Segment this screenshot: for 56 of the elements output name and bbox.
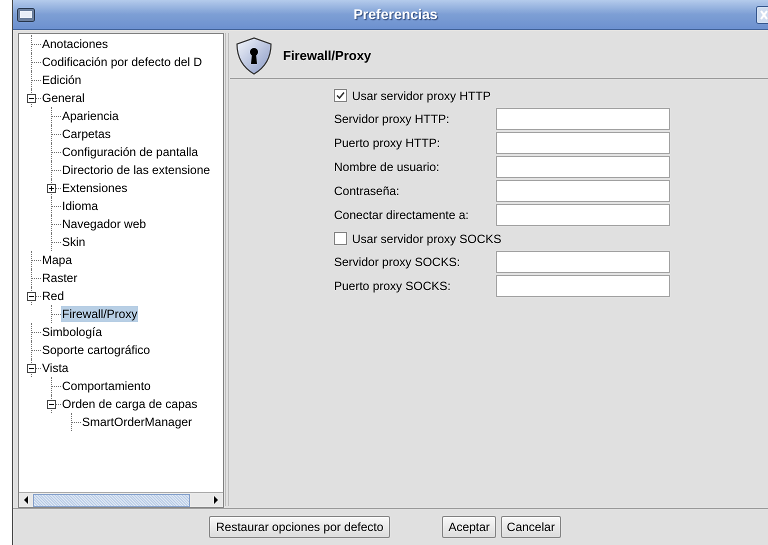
restore-defaults-button[interactable]: Restaurar opciones por defecto bbox=[209, 516, 390, 538]
horizontal-scrollbar[interactable] bbox=[19, 492, 223, 507]
field-label: Puerto proxy HTTP: bbox=[334, 135, 442, 152]
input-field[interactable] bbox=[496, 132, 670, 154]
scrollbar-thumb[interactable] bbox=[33, 494, 190, 506]
tree-item[interactable]: Extensiones bbox=[61, 180, 128, 196]
tree-item[interactable]: Orden de carga de capas bbox=[61, 396, 198, 412]
panel-title: Firewall/Proxy bbox=[283, 46, 372, 65]
tree-item[interactable]: Comportamiento bbox=[61, 378, 152, 394]
window-menu-icon[interactable] bbox=[17, 8, 35, 22]
checkbox[interactable] bbox=[334, 89, 347, 102]
tree-item[interactable]: Skin bbox=[61, 234, 86, 250]
tree-item[interactable]: SmartOrderManager bbox=[81, 414, 194, 430]
tree-item[interactable]: Soporte cartográfico bbox=[41, 342, 152, 358]
checkbox-label[interactable]: Usar servidor proxy HTTP bbox=[352, 86, 491, 104]
checkbox[interactable] bbox=[334, 232, 347, 245]
field-label: Contraseña: bbox=[334, 183, 400, 200]
tree-item[interactable]: Navegador web bbox=[61, 216, 148, 232]
tree-item[interactable]: Edición bbox=[41, 72, 82, 88]
tree-item[interactable]: Anotaciones bbox=[41, 36, 110, 52]
close-icon[interactable] bbox=[756, 6, 768, 24]
field-label: Nombre de usuario: bbox=[334, 159, 440, 176]
input-field[interactable] bbox=[496, 275, 670, 297]
expand-icon[interactable] bbox=[46, 184, 56, 192]
checkmark-icon bbox=[336, 91, 345, 100]
checkbox-label[interactable]: Usar servidor proxy SOCKS bbox=[352, 230, 502, 248]
cancel-button[interactable]: Cancelar bbox=[500, 516, 561, 538]
field-label: Servidor proxy SOCKS: bbox=[334, 254, 462, 271]
input-field[interactable] bbox=[496, 108, 670, 130]
field-label: Servidor proxy HTTP: bbox=[334, 111, 450, 128]
tree-item[interactable]: Apariencia bbox=[61, 108, 120, 124]
input-field[interactable] bbox=[496, 204, 670, 226]
tree-item[interactable]: Red bbox=[41, 288, 66, 304]
shield-keyhole-icon bbox=[234, 36, 274, 76]
collapse-icon[interactable] bbox=[26, 364, 36, 372]
field-label: Conectar directamente a: bbox=[334, 207, 470, 224]
collapse-icon[interactable] bbox=[26, 292, 36, 300]
tree-item[interactable]: Idioma bbox=[61, 198, 100, 214]
input-field[interactable] bbox=[496, 180, 670, 202]
input-field[interactable] bbox=[496, 156, 670, 178]
input-field[interactable] bbox=[496, 251, 670, 273]
tree-item[interactable]: Configuración de pantalla bbox=[61, 144, 200, 160]
tree-item[interactable]: Raster bbox=[41, 270, 78, 286]
collapse-icon[interactable] bbox=[46, 400, 56, 408]
tree-item[interactable]: Mapa bbox=[41, 252, 74, 268]
tree-item[interactable]: Firewall/Proxy bbox=[61, 306, 138, 322]
tree-item[interactable]: Directorio de las extensione bbox=[61, 162, 212, 178]
collapse-icon[interactable] bbox=[26, 94, 36, 102]
window-title: Preferencias bbox=[352, 5, 439, 24]
accept-button[interactable]: Aceptar bbox=[442, 516, 496, 538]
tree-item[interactable]: Carpetas bbox=[61, 126, 112, 142]
tree-item[interactable]: Codificación por defecto del D bbox=[41, 54, 204, 70]
tree-item[interactable]: General bbox=[41, 90, 86, 106]
tree-item[interactable]: Simbología bbox=[41, 324, 104, 340]
tree-item[interactable]: Vista bbox=[41, 360, 70, 376]
field-label: Puerto proxy SOCKS: bbox=[334, 278, 452, 295]
